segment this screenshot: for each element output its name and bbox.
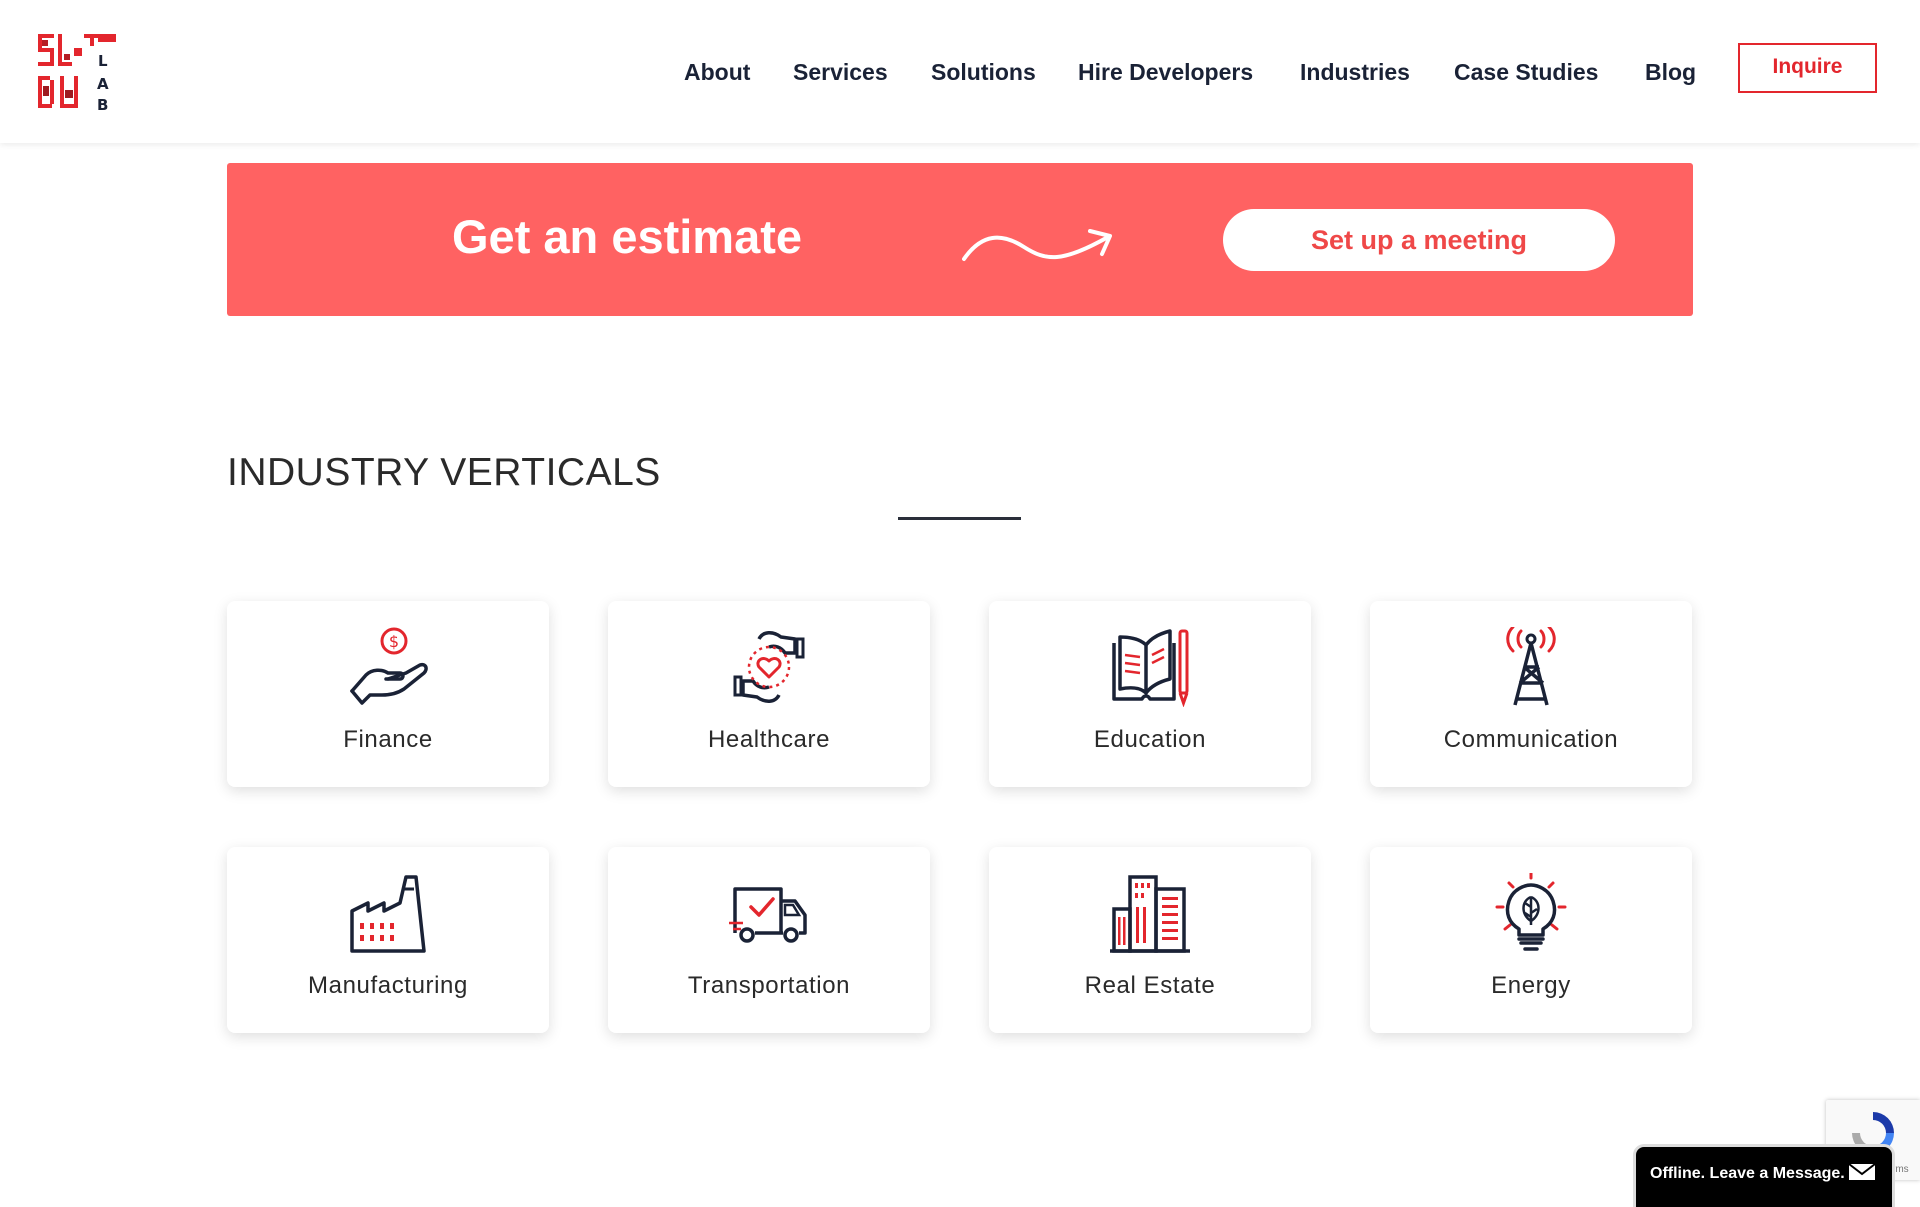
recaptcha-terms-link[interactable]: rms bbox=[1892, 1164, 1909, 1175]
nav-hire-developers[interactable]: Hire Developers bbox=[1078, 57, 1253, 87]
title-divider bbox=[898, 517, 1021, 520]
squiggle-arrow-icon bbox=[962, 229, 1112, 261]
industry-label: Energy bbox=[1491, 972, 1571, 999]
nav-solutions[interactable]: Solutions bbox=[931, 57, 1036, 87]
hands-heart-icon bbox=[733, 631, 805, 703]
chat-label: Offline. Leave a Message. bbox=[1650, 1165, 1845, 1182]
inquire-button[interactable]: Inquire bbox=[1738, 43, 1877, 93]
industry-card-transportation[interactable]: Transportation bbox=[608, 847, 930, 1033]
banner-title: Get an estimate bbox=[452, 210, 803, 263]
industry-label: Healthcare bbox=[707, 726, 831, 753]
factory-icon bbox=[350, 875, 426, 953]
industry-card-communication[interactable]: Communication bbox=[1370, 601, 1692, 787]
book-pencil-icon bbox=[1112, 629, 1189, 707]
industry-label: Manufacturing bbox=[308, 972, 468, 999]
nav-case-studies[interactable]: Case Studies bbox=[1454, 57, 1598, 87]
industry-card-real-estate[interactable]: Real Estate bbox=[989, 847, 1311, 1033]
industry-label: Transportation bbox=[687, 972, 851, 999]
nav-about[interactable]: About bbox=[684, 57, 750, 87]
set-up-meeting-button[interactable]: Set up a meeting bbox=[1223, 209, 1615, 271]
hand-coin-icon: $ bbox=[350, 627, 428, 705]
industry-label: Communication bbox=[1443, 726, 1619, 753]
nav-services[interactable]: Services bbox=[793, 57, 888, 87]
industry-card-healthcare[interactable]: Healthcare bbox=[608, 601, 930, 787]
industry-label: Finance bbox=[343, 726, 433, 753]
industry-label: Education bbox=[1093, 726, 1207, 753]
eco-bulb-icon bbox=[1495, 873, 1567, 951]
envelope-icon bbox=[1848, 1163, 1876, 1180]
industry-card-manufacturing[interactable]: Manufacturing bbox=[227, 847, 549, 1033]
nav-industries[interactable]: Industries bbox=[1300, 57, 1410, 87]
nav-blog[interactable]: Blog bbox=[1645, 57, 1696, 87]
delivery-truck-icon bbox=[729, 887, 807, 943]
industry-card-education[interactable]: Education bbox=[989, 601, 1311, 787]
industry-label: Real Estate bbox=[1084, 972, 1216, 999]
logo-letter-b: B bbox=[97, 96, 108, 110]
buildings-icon bbox=[1110, 875, 1190, 953]
estimate-banner: Get an estimate Set up a meeting bbox=[227, 163, 1693, 316]
svg-text:$: $ bbox=[389, 632, 399, 651]
site-header: L A B About Services Solutions Hire Deve… bbox=[0, 0, 1920, 143]
industry-card-energy[interactable]: Energy bbox=[1370, 847, 1692, 1033]
main-nav: About Services Solutions Hire Developers… bbox=[0, 57, 1920, 87]
chat-widget[interactable]: Offline. Leave a Message. bbox=[1636, 1147, 1892, 1207]
industry-card-finance[interactable]: $ Finance bbox=[227, 601, 549, 787]
radio-tower-icon bbox=[1506, 627, 1556, 706]
section-title: INDUSTRY VERTICALS bbox=[227, 451, 661, 494]
